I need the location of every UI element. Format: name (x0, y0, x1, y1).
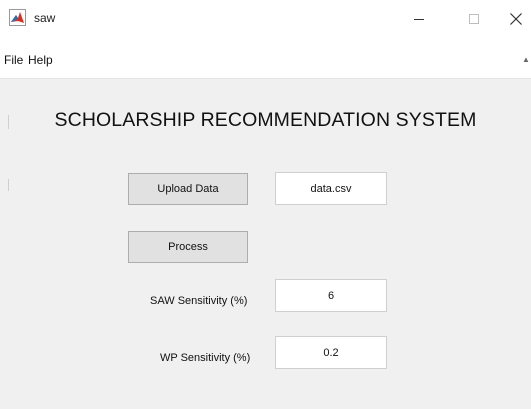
file-name-field[interactable]: data.csv (275, 172, 387, 205)
wp-sensitivity-label: WP Sensitivity (%) (160, 352, 251, 364)
menu-help[interactable]: Help (28, 53, 53, 67)
minimize-icon (414, 19, 424, 20)
close-icon (510, 13, 522, 25)
title-bar[interactable]: saw (0, 0, 531, 40)
close-button[interactable] (501, 6, 531, 32)
chevron-up-icon[interactable]: ▲ (522, 55, 530, 64)
app-window: saw File Help ▲ SCHOLARSHIP RECOMMENDATI… (0, 0, 531, 409)
saw-sensitivity-field[interactable]: 6 (275, 279, 387, 312)
saw-sensitivity-label: SAW Sensitivity (%) (150, 295, 248, 307)
minimize-button[interactable] (404, 6, 434, 32)
page-title: SCHOLARSHIP RECOMMENDATION SYSTEM (54, 109, 477, 131)
maximize-button[interactable] (459, 6, 489, 32)
matlab-app-icon (9, 9, 26, 26)
maximize-icon (469, 14, 479, 24)
wp-sensitivity-field[interactable]: 0.2 (275, 336, 387, 369)
upload-data-button[interactable]: Upload Data (128, 173, 248, 205)
process-button[interactable]: Process (128, 231, 248, 263)
window-title: saw (34, 11, 56, 25)
main-panel: SCHOLARSHIP RECOMMENDATION SYSTEM Upload… (0, 79, 531, 409)
menu-bar: File Help ▲ (0, 40, 531, 79)
menu-file[interactable]: File (4, 53, 23, 67)
panel-edge-mark (8, 179, 9, 191)
